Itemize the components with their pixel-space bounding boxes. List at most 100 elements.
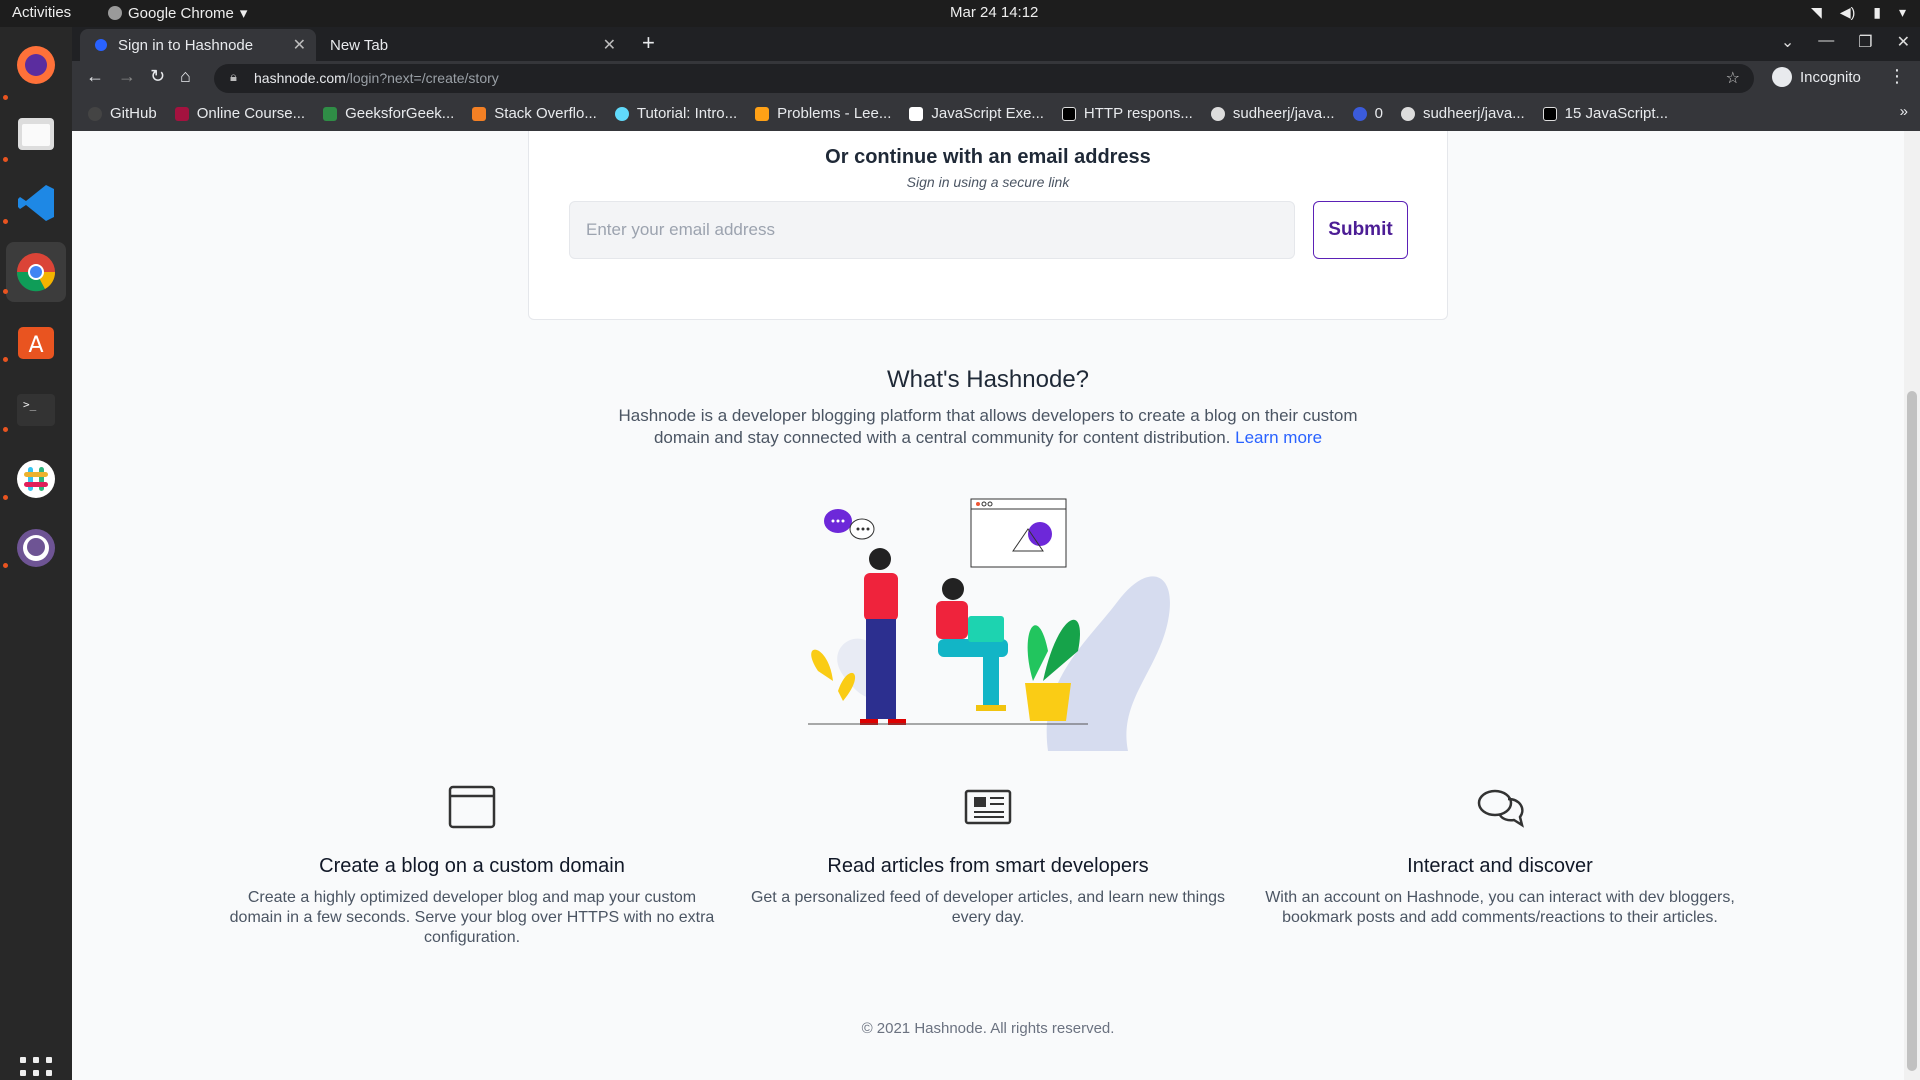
incognito-indicator[interactable]: Incognito [1772, 67, 1861, 87]
incognito-label: Incognito [1800, 68, 1861, 86]
close-tab-icon[interactable]: ✕ [603, 35, 616, 55]
feature-title: Read articles from smart developers [827, 855, 1149, 877]
learn-more-link[interactable]: Learn more [1235, 428, 1322, 447]
bookmark-item[interactable]: Tutorial: Intro... [614, 105, 738, 122]
lock-icon[interactable]: 🔒︎ [230, 69, 237, 85]
activities-button[interactable]: Activities [12, 4, 71, 21]
bookmark-item[interactable]: sudheerj/java... [1210, 105, 1335, 122]
firefox-launcher[interactable] [6, 35, 66, 95]
bookmark-item[interactable]: HTTP respons... [1061, 105, 1193, 122]
slack-launcher[interactable] [6, 449, 66, 509]
about-title: What's Hashnode? [886, 366, 1090, 393]
tab-new-tab[interactable]: New Tab ✕ [316, 29, 626, 61]
bookmark-item[interactable]: Online Course... [174, 105, 306, 122]
medium-favicon-icon [1542, 106, 1557, 121]
geeksforgeeks-favicon-icon [323, 106, 338, 121]
back-icon[interactable]: ← [86, 66, 104, 87]
bookmark-label: Online Course... [196, 105, 306, 122]
power-menu-icon: ▾ [1898, 4, 1906, 20]
submit-button[interactable]: Submit [1313, 201, 1408, 259]
chrome-menu-icon[interactable]: ⋮ [1888, 66, 1906, 87]
feature-description: Get a personalized feed of developer art… [750, 889, 1226, 926]
bookmark-label: HTTP respons... [1083, 105, 1193, 122]
bookmark-item[interactable]: Stack Overflo... [472, 105, 597, 122]
developers-illustration [808, 498, 1170, 751]
wifi-icon: ◥ [1811, 4, 1822, 20]
scrollbar-thumb[interactable] [1907, 391, 1917, 1071]
system-tray[interactable]: ◥ ◀) ▮ ▾ [1811, 4, 1906, 21]
chrome-launcher[interactable] [6, 242, 66, 302]
github-favicon-icon [1400, 106, 1415, 121]
footer-copyright: © 2021 Hashnode. All rights reserved. [861, 1020, 1115, 1037]
github-favicon-icon [1210, 106, 1225, 121]
running-indicator [3, 427, 8, 432]
bookmark-star-icon[interactable]: ☆ [1726, 68, 1740, 88]
mdn-favicon-icon [1061, 106, 1076, 121]
about-description: Hashnode is a developer blogging platfor… [608, 405, 1368, 449]
github-desktop-launcher[interactable] [6, 518, 66, 578]
bookmark-item[interactable]: Problems - Lee... [755, 105, 891, 122]
window-controls: ⌄ — ❐ ✕ [1781, 32, 1910, 52]
show-applications-icon[interactable] [20, 1057, 52, 1080]
running-indicator [3, 357, 8, 362]
bookmark-label: GeeksforGeek... [345, 105, 455, 122]
minimize-icon[interactable]: — [1818, 32, 1834, 52]
vscode-launcher[interactable] [6, 173, 66, 233]
react-favicon-icon [614, 106, 629, 121]
more-bookmarks-icon[interactable]: » [1900, 103, 1908, 120]
newspaper-icon [964, 789, 1012, 825]
speech-bubbles [824, 509, 875, 540]
close-window-icon[interactable]: ✕ [1897, 32, 1910, 52]
bookmark-item[interactable]: GeeksforGeek... [323, 105, 454, 122]
feature-description: With an account on Hashnode, you can int… [1265, 889, 1735, 926]
running-indicator [3, 157, 8, 162]
udemy-favicon-icon [174, 106, 189, 121]
bookmark-label: Tutorial: Intro... [636, 105, 738, 122]
files-icon [18, 118, 54, 150]
bookmark-label: Problems - Lee... [777, 105, 892, 122]
bookmark-item[interactable]: sudheerj/java... [1400, 105, 1525, 122]
bookmark-item[interactable]: 0 [1352, 105, 1383, 122]
email-login-heading: Or continue with an email address [825, 146, 1151, 168]
tab-sign-in[interactable]: Sign in to Hashnode ✕ [80, 29, 316, 61]
running-indicator [3, 95, 8, 100]
bookmark-label: 0 [1374, 105, 1383, 122]
chrome-small-icon [108, 6, 122, 20]
github-icon [17, 529, 55, 567]
browser-window-graphic [970, 498, 1067, 568]
home-icon[interactable]: ⌂ [180, 66, 191, 87]
clock[interactable]: Mar 24 14:12 [950, 4, 1038, 21]
feature-description: Create a highly optimized developer blog… [229, 889, 715, 946]
battery-icon: ▮ [1873, 4, 1881, 20]
email-login-card: Or continue with an email address Sign i… [528, 131, 1448, 320]
email-login-subheading: Sign in using a secure link [906, 174, 1070, 190]
app-name: Google Chrome [128, 4, 234, 22]
email-input[interactable] [569, 201, 1295, 259]
page-scrollbar[interactable] [1904, 131, 1920, 1080]
bookmark-label: 15 JavaScript... [1564, 105, 1669, 122]
close-tab-icon[interactable]: ✕ [293, 35, 306, 55]
files-launcher[interactable] [6, 104, 66, 164]
bookmark-label: sudheerj/java... [1422, 105, 1525, 122]
forward-icon[interactable]: → [118, 66, 136, 87]
bookmark-label: Stack Overflo... [494, 105, 597, 122]
web-page: Or continue with an email address Sign i… [72, 131, 1920, 1080]
hashnode-favicon-icon [95, 39, 107, 51]
address-bar[interactable]: 🔒︎ hashnode.com/login?next=/create/story… [214, 64, 1754, 93]
browser-window-icon [448, 785, 496, 829]
maximize-icon[interactable]: ❐ [1858, 32, 1872, 52]
tab-search-icon[interactable]: ⌄ [1781, 32, 1794, 52]
software-center-icon: A [18, 327, 54, 359]
bookmark-label: GitHub [110, 105, 157, 122]
running-indicator [3, 495, 8, 500]
reload-icon[interactable]: ↻ [150, 66, 165, 87]
software-center-launcher[interactable]: A [6, 311, 66, 371]
bookmark-item[interactable]: 15 JavaScript... [1542, 105, 1669, 122]
bookmark-item[interactable]: GitHub [88, 105, 157, 122]
bookmark-item[interactable]: JavaScript Exe... [909, 105, 1044, 122]
slack-icon [17, 460, 55, 498]
stackoverflow-favicon-icon [472, 106, 487, 121]
new-tab-icon[interactable]: + [642, 30, 655, 56]
terminal-launcher[interactable]: >_ [6, 380, 66, 440]
app-menu[interactable]: Google Chrome ▾ [108, 4, 247, 22]
